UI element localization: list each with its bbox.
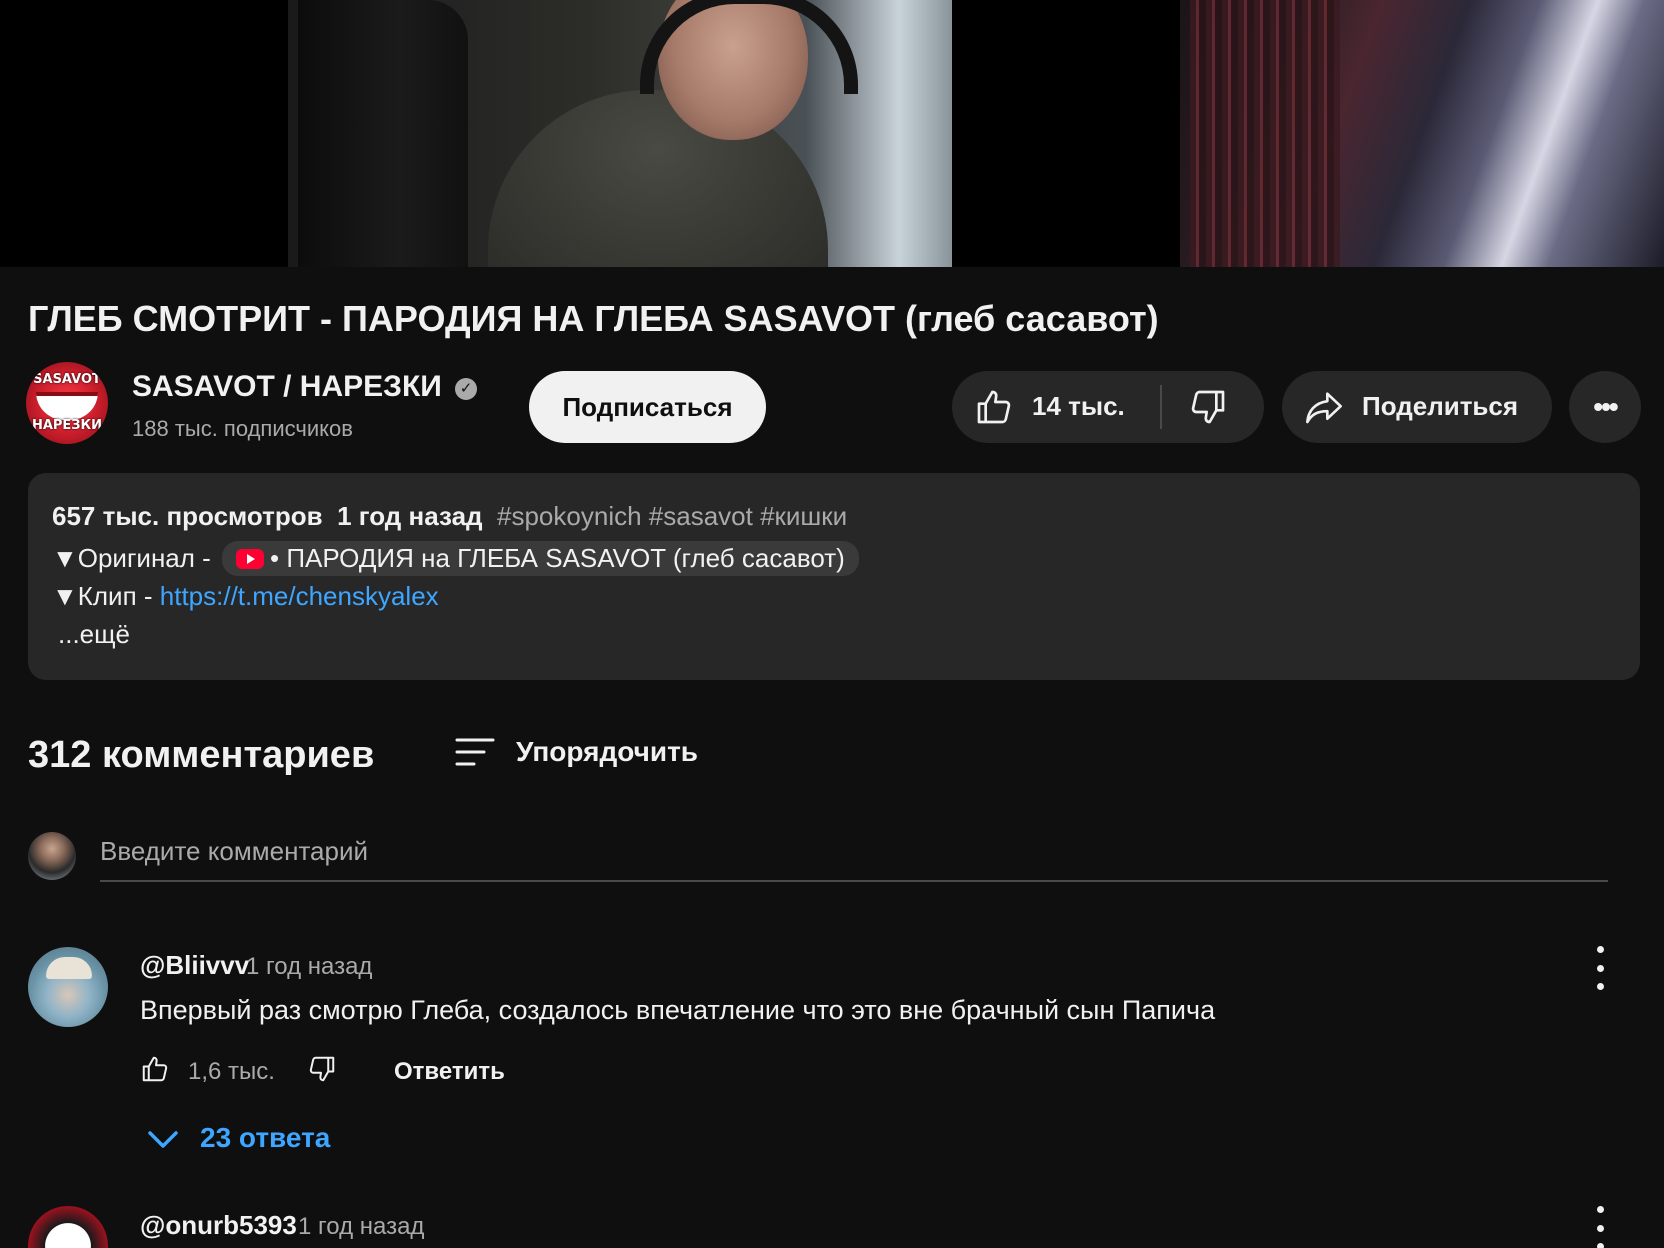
original-prefix: ▼Оригинал - (52, 543, 219, 573)
clip-link[interactable]: https://t.me/chenskyalex (160, 581, 439, 611)
current-user-avatar (28, 832, 76, 880)
like-dislike-group: 14 тыс. (952, 371, 1264, 443)
comment-time[interactable]: 1 год назад (246, 953, 372, 981)
video-frame-streamer (288, 0, 952, 267)
comment-author[interactable]: @Bliivvv (140, 950, 249, 981)
sort-comments-button[interactable]: Упорядочить (452, 732, 712, 776)
dislike-button[interactable] (1164, 371, 1264, 443)
video-title: ГЛЕБ СМОТРИТ - ПАРОДИЯ НА ГЛЕБА SASAVOT … (28, 298, 1159, 339)
headphones (640, 0, 858, 94)
channel-avatar[interactable]: SASAVOT НАРЕЗКИ (26, 362, 108, 444)
description-box[interactable]: 657 тыс. просмотров 1 год назад #spokoyn… (28, 473, 1640, 680)
subscribe-button[interactable]: Подписаться (529, 371, 766, 443)
view-count: 657 тыс. просмотров (52, 501, 323, 531)
description-meta: 657 тыс. просмотров 1 год назад #spokoyn… (52, 501, 847, 532)
hashtags[interactable]: #spokoynich #sasavot #кишки (497, 501, 847, 531)
video-frame-side (1180, 0, 1664, 267)
comment-like-button[interactable] (140, 1054, 170, 1089)
clip-prefix: ▼Клип - (52, 581, 160, 611)
comment-menu-icon[interactable] (1588, 1206, 1612, 1248)
show-replies-button[interactable]: 23 ответа (146, 1120, 366, 1160)
description-clip-line: ▼Клип - https://t.me/chenskyalex (52, 581, 439, 612)
comment-author[interactable]: @onurb5393 (140, 1210, 297, 1241)
upload-date: 1 год назад (337, 501, 483, 531)
comment-text: Впервый раз смотрю Глеба, создалось впеч… (140, 995, 1216, 1025)
comment-author-avatar[interactable] (28, 1206, 108, 1248)
sort-icon (455, 738, 495, 766)
comment-time[interactable]: 1 год назад (298, 1213, 424, 1241)
chevron-down-icon (148, 1131, 178, 1148)
original-link-text: • ПАРОДИЯ на ГЛЕБА SASAVOT (глеб сасавот… (270, 543, 845, 573)
original-video-chip[interactable]: • ПАРОДИЯ на ГЛЕБА SASAVOT (глеб сасавот… (222, 541, 859, 576)
like-count: 14 тыс. (1032, 391, 1125, 421)
description-original-line: ▼Оригинал - • ПАРОДИЯ на ГЛЕБА SASAVOT (… (52, 541, 859, 576)
channel-name[interactable]: SASAVOT / НАРЕЗКИ (132, 370, 442, 404)
thumbs-up-icon (142, 1056, 168, 1082)
more-actions-button[interactable]: ••• (1569, 371, 1641, 443)
share-button[interactable]: Поделиться (1282, 371, 1552, 443)
comment-menu-icon[interactable] (1588, 946, 1612, 990)
thumbs-down-icon (309, 1056, 335, 1082)
share-label: Поделиться (1362, 391, 1519, 421)
sort-label: Упорядочить (516, 736, 699, 767)
like-button[interactable]: 14 тыс. (952, 371, 1162, 443)
verified-check-icon: ✓ (455, 378, 477, 400)
show-more-link[interactable]: ...ещё (58, 619, 130, 650)
comment-author-avatar[interactable] (28, 947, 108, 1027)
comments-count: 312 комментариев (28, 734, 375, 776)
subscriber-count: 188 тыс. подписчиков (132, 416, 353, 441)
share-arrow-icon (1306, 392, 1342, 424)
replies-count: 23 ответа (200, 1122, 331, 1153)
thumbs-up-icon (977, 390, 1011, 424)
youtube-logo-icon (236, 549, 265, 569)
avatar-text-top: SASAVOT (33, 372, 101, 387)
thumbs-down-icon (1191, 390, 1225, 424)
like-divider (1160, 385, 1162, 429)
comment-like-count: 1,6 тыс. (188, 1058, 275, 1085)
avatar-text-bottom: НАРЕЗКИ (31, 418, 103, 433)
youtube-watch-page: ГЛЕБ СМОТРИТ - ПАРОДИЯ НА ГЛЕБА SASAVOT … (0, 0, 1664, 1248)
video-player[interactable] (0, 0, 1664, 267)
comment-dislike-button[interactable] (307, 1054, 337, 1089)
comment-input[interactable]: Введите комментарий (100, 836, 1608, 882)
comment-reply-button[interactable]: Ответить (394, 1058, 505, 1086)
